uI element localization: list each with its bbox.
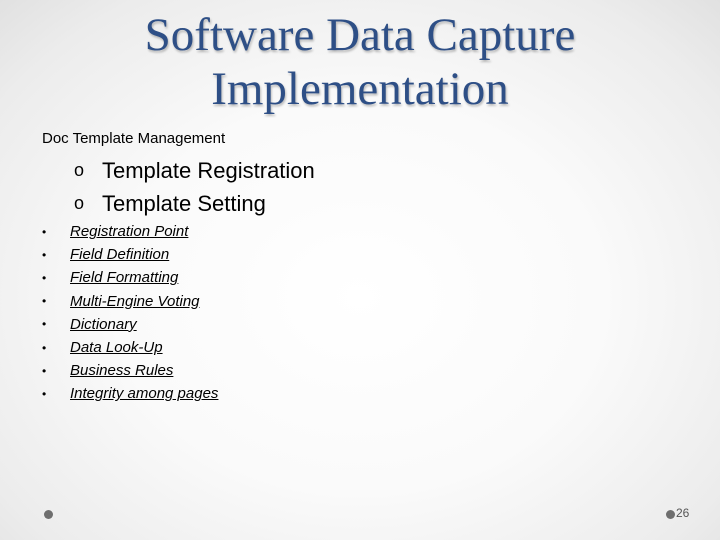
link-integrity-among-pages[interactable]: Integrity among pages [70,385,218,402]
slide: Software Data Capture Implementation Doc… [0,0,720,540]
hollow-circle-icon: o [74,193,85,213]
dot-bullet-icon: • [42,317,47,332]
footer-dot-right-icon [666,510,675,519]
section-heading: Doc Template Management [42,130,226,147]
link-list-item: • Integrity among pages [42,382,218,405]
slide-title: Software Data Capture Implementation [0,8,720,116]
dot-bullet-icon: • [42,294,47,309]
link-list-item: • Field Formatting [42,266,218,289]
link-business-rules[interactable]: Business Rules [70,362,173,379]
slide-title-line-2: Implementation [211,63,509,115]
slide-title-line-1: Software Data Capture [144,9,576,61]
hollow-circle-icon: o [74,160,85,180]
dot-bullet-icon: • [42,224,47,239]
sub-bullet-list: o Template Registration o Template Setti… [74,154,315,220]
dot-bullet-icon: • [42,340,47,355]
link-list-item: • Registration Point [42,220,218,243]
link-multi-engine-voting[interactable]: Multi-Engine Voting [70,293,200,310]
footer-dot-left-icon [44,510,53,519]
dot-bullet-icon: • [42,386,47,401]
link-list-item: • Data Look-Up [42,336,218,359]
sub-list-item: o Template Setting [74,187,315,220]
link-list-item: • Multi-Engine Voting [42,290,218,313]
dot-bullet-icon: • [42,247,47,262]
link-data-look-up[interactable]: Data Look-Up [70,339,163,356]
sub-list-item-label: Template Setting [102,191,266,216]
page-number: 26 [676,506,690,520]
link-field-definition[interactable]: Field Definition [70,246,169,263]
dot-bullet-icon: • [42,270,47,285]
link-field-formatting[interactable]: Field Formatting [70,269,178,286]
link-bullet-list: • Registration Point • Field Definition … [42,220,218,406]
dot-bullet-icon: • [42,363,47,378]
link-list-item: • Field Definition [42,243,218,266]
link-list-item: • Dictionary [42,313,218,336]
sub-list-item-label: Template Registration [102,158,315,183]
sub-list-item: o Template Registration [74,154,315,187]
link-dictionary[interactable]: Dictionary [70,316,137,333]
link-list-item: • Business Rules [42,359,218,382]
link-registration-point[interactable]: Registration Point [70,223,188,240]
